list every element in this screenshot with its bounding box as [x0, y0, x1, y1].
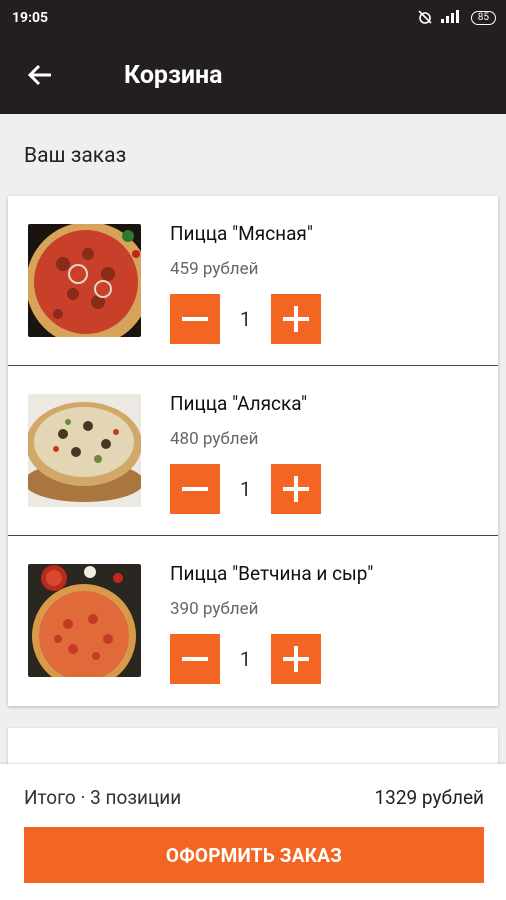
plus-icon	[283, 646, 309, 672]
decrease-button[interactable]	[170, 294, 220, 344]
order-footer: Итого · 3 позиции 1329 рублей ОФОРМИТЬ З…	[0, 764, 506, 900]
quantity-stepper: 1	[170, 464, 321, 514]
quantity-stepper: 1	[170, 294, 321, 344]
total-value: 1329 рублей	[374, 786, 484, 809]
cart-item: Пицца "Аляска" 480 рублей 1	[8, 366, 498, 536]
quantity-value: 1	[239, 307, 252, 331]
item-price: 480 рублей	[170, 429, 259, 449]
increase-button[interactable]	[271, 634, 321, 684]
minus-icon	[182, 317, 208, 321]
increase-button[interactable]	[271, 464, 321, 514]
minus-icon	[182, 657, 208, 661]
pizza-meat-image	[28, 224, 141, 337]
decrease-button[interactable]	[170, 634, 220, 684]
item-name: Пицца "Мясная"	[170, 222, 313, 245]
quantity-value: 1	[239, 647, 252, 671]
cart-list: Пицца "Мясная" 459 рублей 1 Пицца "Аляск…	[8, 196, 498, 706]
plus-icon	[283, 306, 309, 332]
cart-item: Пицца "Ветчина и сыр" 390 рублей 1	[8, 536, 498, 706]
cart-item: Пицца "Мясная" 459 рублей 1	[8, 196, 498, 366]
item-name: Пицца "Ветчина и сыр"	[170, 562, 374, 585]
signal-icon	[439, 9, 465, 27]
battery-icon: 85	[470, 11, 496, 25]
status-bar: 19:05 85	[0, 0, 506, 36]
quantity-stepper: 1	[170, 634, 321, 684]
page-title: Корзина	[124, 60, 223, 90]
minus-icon	[182, 487, 208, 491]
decrease-button[interactable]	[170, 464, 220, 514]
status-time: 19:05	[12, 10, 49, 26]
back-button[interactable]	[0, 36, 80, 114]
pizza-ham-cheese-image	[28, 564, 141, 677]
section-title: Ваш заказ	[24, 144, 127, 168]
increase-button[interactable]	[271, 294, 321, 344]
alarm-off-icon	[417, 9, 433, 28]
item-price: 459 рублей	[170, 259, 259, 279]
item-price: 390 рублей	[170, 599, 259, 619]
item-name: Пицца "Аляска"	[170, 392, 308, 415]
total-label: Итого · 3 позиции	[24, 786, 182, 809]
checkout-button[interactable]: ОФОРМИТЬ ЗАКАЗ	[24, 827, 484, 883]
pizza-alaska-image	[28, 394, 141, 507]
status-icons: 85	[417, 9, 496, 28]
arrow-back-icon	[27, 64, 51, 86]
plus-icon	[283, 476, 309, 502]
quantity-value: 1	[239, 477, 252, 501]
app-bar: Корзина	[0, 36, 506, 114]
